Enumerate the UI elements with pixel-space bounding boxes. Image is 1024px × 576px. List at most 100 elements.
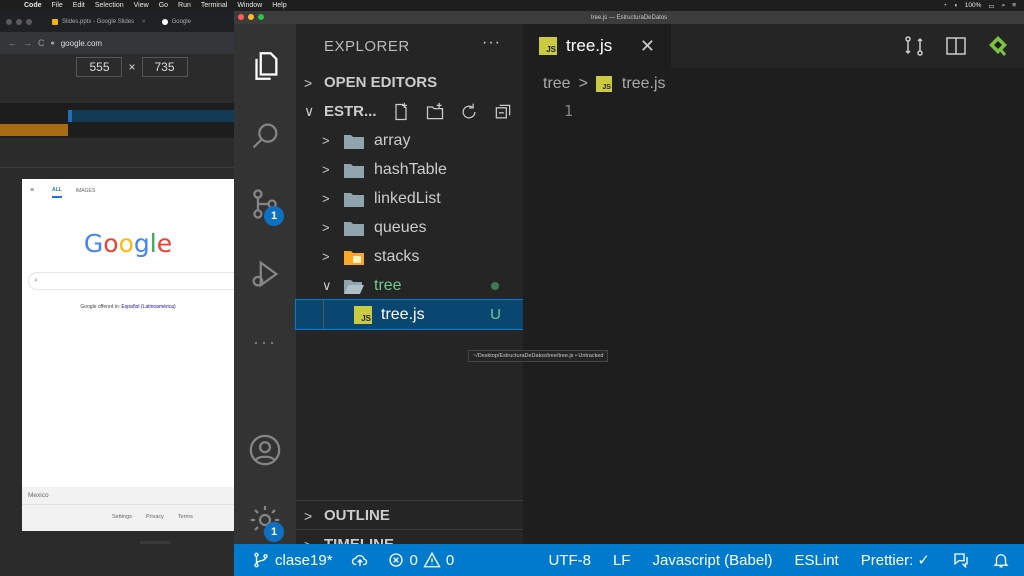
chevron-down-icon: ∨ <box>322 277 332 293</box>
browser-tab-google[interactable]: Google <box>154 11 199 32</box>
branch-status[interactable]: clase19* <box>252 551 333 569</box>
menu-help[interactable]: Help <box>272 2 286 9</box>
menu-window[interactable]: Window <box>237 2 262 9</box>
media-query-blue[interactable] <box>68 110 234 122</box>
run-debug-activity[interactable] <box>234 246 296 302</box>
menu-edit[interactable]: Edit <box>73 2 85 9</box>
offered-in-text: Google offered in: Español (Latinoaméric… <box>22 304 234 310</box>
problems-status[interactable]: 0 0 <box>387 551 455 569</box>
tree-item-label: linkedList <box>374 189 441 207</box>
breadcrumb-file[interactable]: tree.js <box>622 75 666 93</box>
file-tree-js[interactable]: JS tree.js U <box>295 299 524 330</box>
modified-dot-icon <box>491 281 499 290</box>
accounts-activity[interactable] <box>234 422 296 478</box>
scm-activity[interactable]: 1 <box>234 176 296 232</box>
extension-logo-icon[interactable] <box>986 34 1010 58</box>
menu-run[interactable]: Run <box>178 2 191 9</box>
editor-tab-tree-js[interactable]: JS tree.js ✕ <box>523 24 671 68</box>
chevron-right-icon: > <box>322 133 330 148</box>
new-folder-icon[interactable] <box>425 102 445 122</box>
indent-guide <box>323 300 324 329</box>
menu-icon[interactable]: ≡ <box>30 187 40 194</box>
device-viewport: ≡ ALL IMAGES Google ⌕ Google offered in:… <box>22 179 234 531</box>
menu-code[interactable]: Code <box>24 2 42 9</box>
language-status[interactable]: Javascript (Babel) <box>652 552 772 569</box>
menu-file[interactable]: File <box>52 2 63 9</box>
timeline-section[interactable]: > TIMELINE <box>296 529 523 553</box>
split-editor-icon[interactable] <box>944 34 968 58</box>
open-editors-section[interactable]: > OPEN EDITORS <box>296 68 523 97</box>
more-actions-icon[interactable]: ··· <box>482 34 501 52</box>
ruler-area <box>0 138 234 168</box>
scroll-handle[interactable] <box>140 541 170 544</box>
folder-hashtable[interactable]: > hashTable <box>296 155 523 184</box>
folder-queues[interactable]: > queues <box>296 213 523 242</box>
folder-tree[interactable]: ∨ tree <box>296 271 523 300</box>
breadcrumb-separator: > <box>578 75 588 92</box>
media-query-orange[interactable] <box>0 124 68 136</box>
close-icon[interactable]: ✕ <box>640 36 655 57</box>
prettier-status[interactable]: Prettier: ✓ <box>861 551 930 569</box>
new-file-icon[interactable] <box>391 102 411 122</box>
battery-icon[interactable]: ▭ <box>988 2 994 10</box>
nav-images[interactable]: IMAGES <box>76 188 95 194</box>
compare-changes-icon[interactable] <box>902 34 926 58</box>
google-search-input[interactable]: ⌕ <box>28 272 234 290</box>
chevron-right-icon: > <box>322 220 330 235</box>
more-activity[interactable]: ··· <box>234 314 296 370</box>
publish-status[interactable] <box>351 551 369 569</box>
address-bar: ←→C ● google.com <box>0 32 234 54</box>
folder-icon <box>344 192 364 207</box>
control-center-icon[interactable]: ≡ <box>1012 2 1016 9</box>
offered-lang-link[interactable]: Español (Latinoamérica) <box>121 304 175 310</box>
refresh-icon[interactable] <box>459 102 479 122</box>
warning-count: 0 <box>445 551 455 569</box>
volume-icon[interactable]: ◖ <box>954 2 958 9</box>
search-activity[interactable] <box>234 108 296 164</box>
slides-icon <box>52 18 58 25</box>
eslint-status[interactable]: ESLint <box>795 552 839 569</box>
breadcrumb-folder[interactable]: tree <box>543 75 571 93</box>
folder-array[interactable]: > array <box>296 126 523 155</box>
account-icon <box>249 434 281 466</box>
footer-settings-link[interactable]: Settings <box>112 514 132 520</box>
chevron-right-icon: > <box>304 507 313 524</box>
close-window-button[interactable] <box>238 14 244 20</box>
nav-arrows-icon[interactable]: ←→C <box>8 38 51 48</box>
feedback-icon[interactable] <box>952 551 970 569</box>
code-editor[interactable]: 1 <box>523 100 1024 120</box>
viewport-height-input[interactable]: 735 <box>141 57 188 77</box>
collapse-all-icon[interactable] <box>493 102 513 122</box>
manage-activity[interactable]: 1 <box>234 492 296 548</box>
viewport-width-input[interactable]: 555 <box>76 57 123 77</box>
chevron-right-icon: > <box>322 162 330 177</box>
minimize-window-button[interactable] <box>248 14 254 20</box>
encoding-status[interactable]: UTF-8 <box>548 552 591 569</box>
wifi-icon[interactable]: ◔ <box>943 2 947 9</box>
browser-traffic-lights <box>6 18 32 25</box>
url-field[interactable]: google.com <box>61 39 102 48</box>
footer-country: Mexico <box>22 487 234 505</box>
workspace-section[interactable]: ∨ ESTR... <box>296 97 523 126</box>
eol-status[interactable]: LF <box>613 552 631 569</box>
explorer-activity[interactable] <box>234 38 296 94</box>
close-icon[interactable]: × <box>142 19 146 25</box>
bell-icon[interactable] <box>992 551 1010 569</box>
browser-tab-slides[interactable]: Slides.pptx - Google Slides × <box>44 11 154 32</box>
menu-selection[interactable]: Selection <box>95 2 124 9</box>
menu-go[interactable]: Go <box>159 2 168 9</box>
footer-privacy-link[interactable]: Privacy <box>146 514 164 520</box>
outline-section[interactable]: > OUTLINE <box>296 500 523 529</box>
folder-linkedlist[interactable]: > linkedList <box>296 184 523 213</box>
menu-terminal[interactable]: Terminal <box>201 2 227 9</box>
nav-all[interactable]: ALL <box>52 187 62 198</box>
folder-stacks[interactable]: > stacks <box>296 242 523 271</box>
spotlight-icon[interactable]: ⌕ <box>1002 2 1006 10</box>
menu-view[interactable]: View <box>134 2 149 9</box>
javascript-file-icon: JS <box>595 76 612 92</box>
maximize-window-button[interactable] <box>258 14 264 20</box>
battery-percent[interactable]: 100% <box>965 2 982 9</box>
window-title: tree.js — EstructuraDeDatos <box>590 14 668 21</box>
google-icon <box>161 18 168 25</box>
footer-terms-link[interactable]: Terms <box>178 514 193 520</box>
